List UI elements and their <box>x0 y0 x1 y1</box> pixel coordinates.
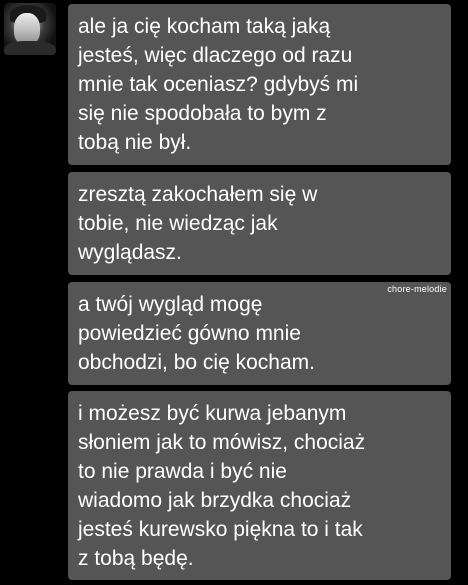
avatar-shoulder <box>4 41 56 55</box>
message-bubble: a twój wygląd mogę powiedzieć gówno mnie… <box>68 282 451 385</box>
message-bubble: i możesz być kurwa jebanym słoniem jak t… <box>68 391 451 580</box>
message-bubble: zresztą zakochałem się w tobie, nie wied… <box>68 172 451 275</box>
message-bubble: ale ja cię kocham taką jaką jesteś, więc… <box>68 4 451 165</box>
watermark-text: chore-melodie <box>387 284 447 294</box>
sender-avatar[interactable] <box>4 3 56 55</box>
